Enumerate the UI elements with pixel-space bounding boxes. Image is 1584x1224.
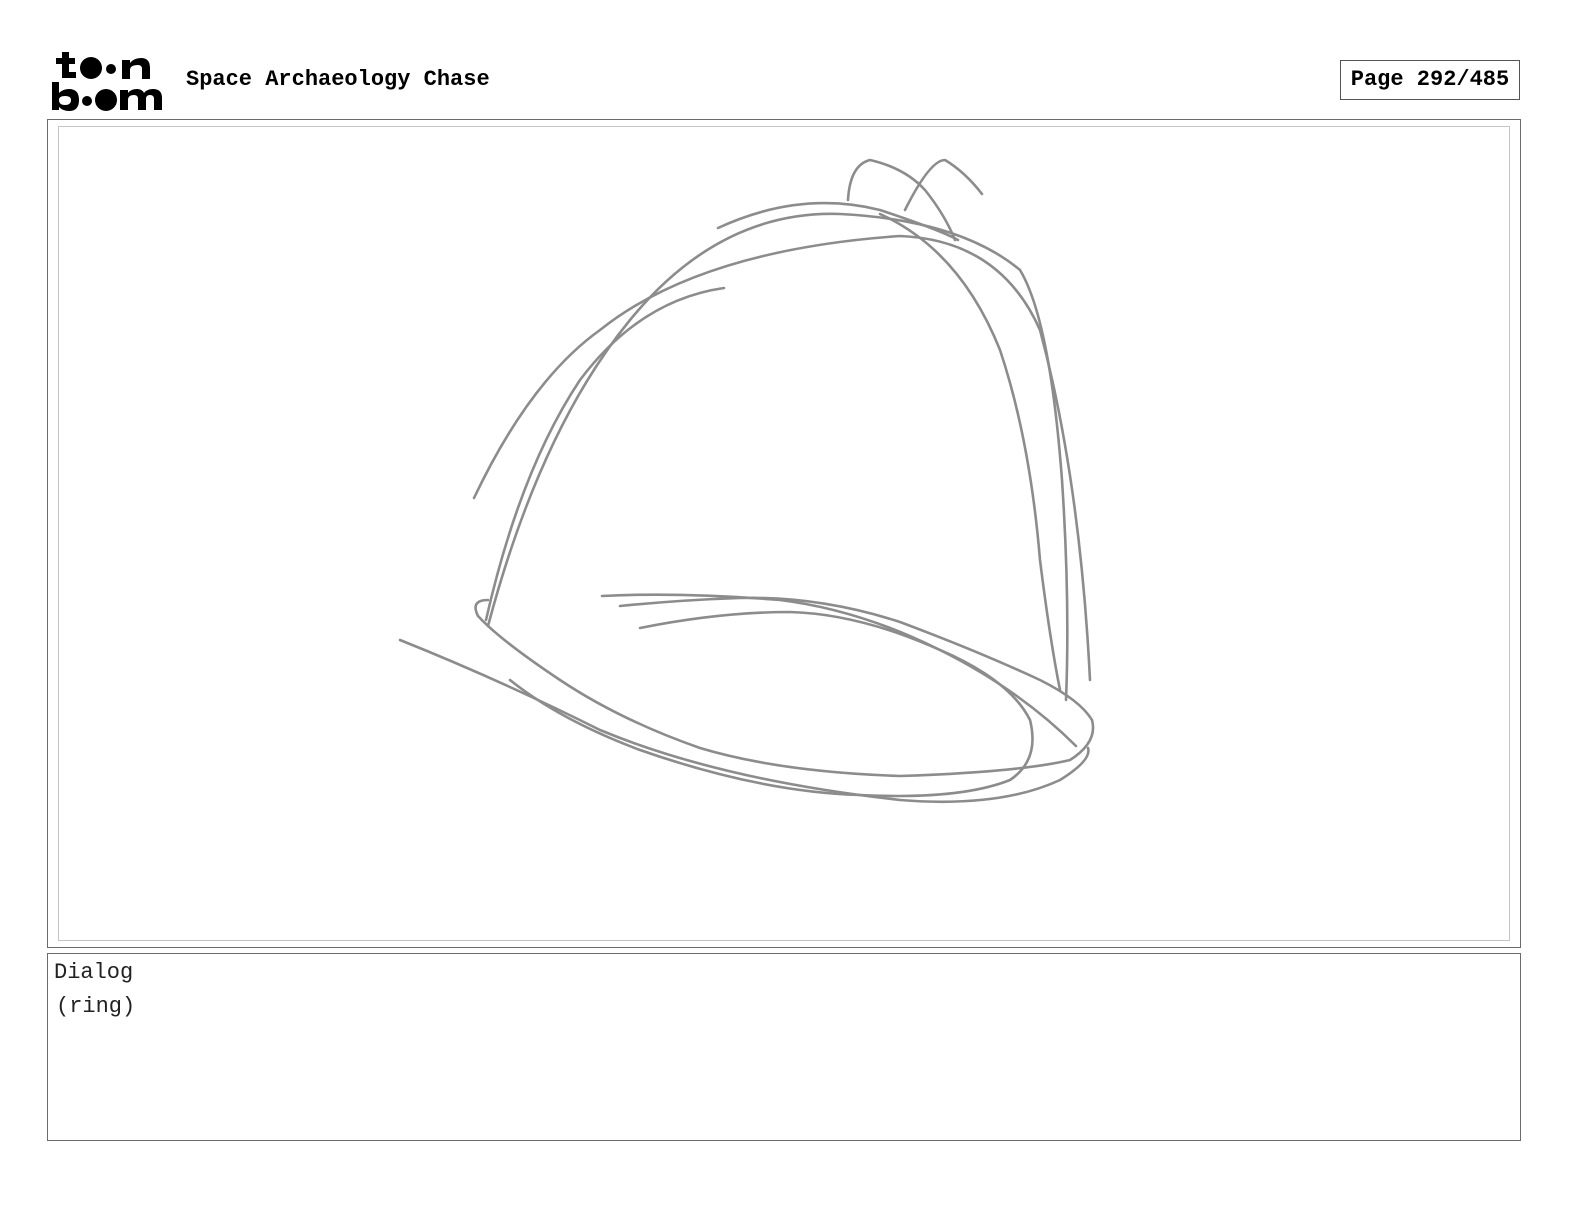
dialog-box	[47, 953, 1521, 1141]
dialog-label: Dialog	[54, 960, 134, 985]
dialog-text: (ring)	[56, 994, 136, 1019]
toon-boom-logo	[50, 48, 166, 114]
project-title: Space Archaeology Chase	[186, 67, 490, 92]
page-number-label: Page 292/485	[1340, 60, 1520, 100]
storyboard-panel-image-area	[58, 126, 1510, 941]
